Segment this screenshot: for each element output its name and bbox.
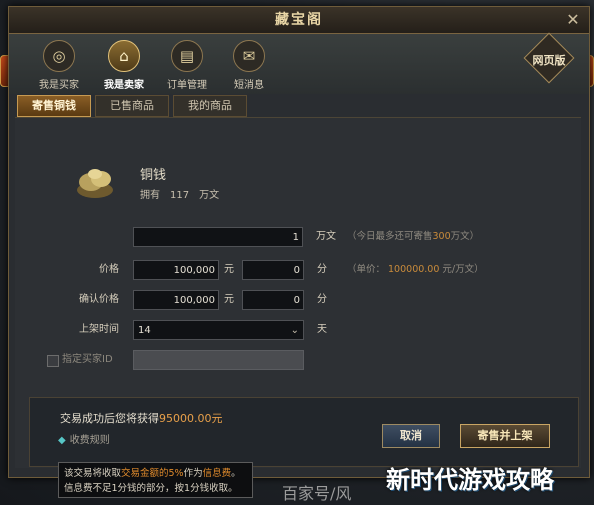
owned-amount: 拥有 117 万文 (140, 186, 229, 201)
unit-price-value: 100000.00 (388, 264, 440, 275)
daily-limit-suffix: 万文） (450, 231, 480, 242)
close-button[interactable]: ✕ (563, 10, 583, 30)
price-yuan-unit: 元 (224, 264, 234, 275)
nav-buyer[interactable]: ◎ 我是买家 (31, 40, 87, 92)
amount-input[interactable]: 1 (133, 227, 303, 247)
tooltip-mid: 作为 (183, 468, 203, 479)
listing-time-unit: 天 (317, 324, 327, 335)
book-icon: ▤ (171, 40, 203, 72)
tooltip-rate: 交易金额的5% (121, 468, 184, 479)
nav-orders-label: 订单管理 (167, 80, 207, 91)
pavilion-icon: ⌂ (108, 40, 140, 72)
designated-buyer-label: 指定买家ID (62, 354, 113, 365)
owned-value: 117 (170, 190, 190, 201)
daily-limit-prefix: （今日最多还可寄售 (347, 231, 433, 242)
expected-gain-value: 95000.00元 (159, 412, 223, 425)
title-bar: 藏宝阁 ✕ (9, 7, 589, 34)
amount-unit: 万文 (316, 231, 336, 242)
nav-messages[interactable]: ✉ 短消息 (221, 40, 277, 92)
confirm-price-label: 确认价格 (79, 294, 119, 305)
price-yuan-input[interactable]: 100,000 (133, 260, 219, 280)
confirm-yuan-unit: 元 (224, 294, 234, 305)
tooltip-line-2: 信息费不足1分钱的部分，按1分钱收取。 (64, 483, 238, 494)
price-fen-unit: 分 (317, 264, 327, 275)
owned-label: 拥有 (140, 190, 160, 201)
close-icon: ✕ (566, 10, 580, 29)
designated-buyer-input (133, 350, 304, 370)
tooltip-prefix: 该交易将收取 (64, 468, 122, 479)
nav-messages-label: 短消息 (234, 80, 264, 91)
summary-bar: 交易成功后您将获得95000.00元 ◆ 收费规则 取消 寄售并上架 (29, 397, 579, 467)
envelope-icon: ✉ (233, 40, 265, 72)
price-label: 价格 (99, 264, 119, 275)
confirm-yuan-input[interactable]: 100,000 (133, 290, 219, 310)
confirm-fen-input[interactable]: 0 (242, 290, 304, 310)
item-name: 铜钱 (140, 168, 167, 183)
unit-price-unit: 元/万文） (442, 264, 484, 275)
tab-sold-items[interactable]: 已售商品 (95, 95, 169, 117)
web-version-button[interactable]: 网页版 (519, 32, 579, 92)
price-fen-input[interactable]: 0 (242, 260, 304, 280)
expected-gain: 交易成功后您将获得95000.00元 (60, 410, 223, 426)
copper-coins-icon (77, 169, 113, 198)
designated-buyer-checkbox[interactable] (47, 355, 59, 367)
sell-and-list-button[interactable]: 寄售并上架 (460, 424, 550, 448)
daily-limit-note: （今日最多还可寄售300万文） (347, 227, 479, 247)
chevron-down-icon: ⌄ (290, 325, 299, 336)
fee-tooltip: 该交易将收取交易金额的5%作为信息费。 信息费不足1分钱的部分，按1分钱收取。 (58, 462, 253, 498)
window-title: 藏宝阁 (275, 12, 323, 28)
daily-limit-value: 300 (432, 231, 451, 242)
nav-orders[interactable]: ▤ 订单管理 (159, 40, 215, 92)
listing-time-select[interactable]: 14 ⌄ (133, 320, 304, 340)
confirm-fen-unit: 分 (317, 294, 327, 305)
coin-icon: ◎ (43, 40, 75, 72)
watermark-source: 百家号/风 (282, 484, 352, 503)
tooltip-line-1: 该交易将收取交易金额的5%作为信息费。 (64, 466, 247, 481)
diamond-bullet-icon: ◆ (58, 435, 66, 446)
tooltip-fee-name: 信息费 (202, 468, 232, 479)
cancel-button[interactable]: 取消 (382, 424, 440, 448)
expected-gain-prefix: 交易成功后您将获得 (60, 412, 159, 425)
listing-time-label: 上架时间 (79, 324, 119, 335)
owned-unit: 万文 (199, 190, 220, 201)
unit-price-note: （单价： 100000.00 元/万文） (347, 260, 484, 280)
nav-seller-label: 我是卖家 (104, 80, 144, 91)
top-nav: ◎ 我是买家 ⌂ 我是卖家 ▤ 订单管理 ✉ 短消息 网页版 (9, 32, 589, 94)
fee-rules-link[interactable]: ◆ 收费规则 (58, 431, 110, 446)
tooltip-suffix: 。 (231, 468, 241, 479)
watermark-logo: 新时代游戏攻略 (386, 466, 554, 494)
tab-sell-coins[interactable]: 寄售铜钱 (17, 95, 91, 117)
nav-seller[interactable]: ⌂ 我是卖家 (96, 40, 152, 92)
fee-rules-label: 收费规则 (69, 435, 110, 446)
listing-time-value: 14 (138, 325, 151, 336)
tab-my-items[interactable]: 我的商品 (173, 95, 247, 117)
treasure-pavilion-window: 藏宝阁 ✕ ◎ 我是买家 ⌂ 我是卖家 ▤ 订单管理 ✉ 短消息 网页版 寄售铜… (8, 6, 590, 478)
nav-buyer-label: 我是买家 (39, 80, 79, 91)
unit-price-label: （单价： (347, 264, 386, 275)
web-version-label: 网页版 (532, 54, 566, 67)
